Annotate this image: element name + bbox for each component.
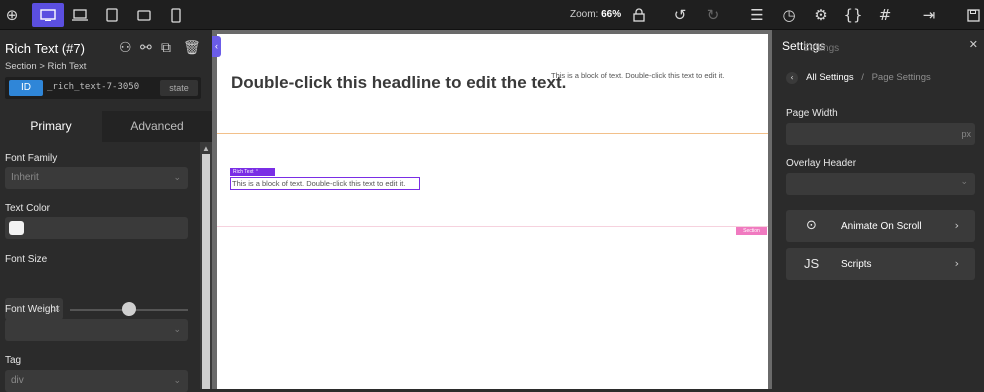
font-size-slider-handle[interactable] <box>122 302 136 316</box>
font-family-label: Font Family <box>5 153 58 164</box>
exit-icon[interactable]: ⇥ <box>917 3 941 27</box>
tablet-icon[interactable] <box>100 3 124 27</box>
section-badge[interactable]: Section <box>736 227 767 235</box>
tablet-landscape-icon[interactable] <box>132 3 156 27</box>
page-width-unit: px <box>961 129 971 139</box>
text-color-label: Text Color <box>5 203 51 214</box>
section-divider <box>217 133 768 134</box>
font-weight-label: Font Weight <box>5 304 59 315</box>
scripts-button[interactable]: JS Scripts › <box>786 248 975 280</box>
font-weight-select[interactable]: ⌄ <box>5 319 188 341</box>
page-width-label: Page Width <box>786 108 838 119</box>
desktop-icon[interactable] <box>32 3 64 27</box>
element-breadcrumb[interactable]: Section > Rich Text <box>5 61 86 72</box>
color-swatch[interactable] <box>9 221 24 235</box>
tab-advanced[interactable]: Advanced <box>102 111 212 142</box>
layers-icon[interactable]: ☰ <box>745 3 769 27</box>
settings-panel: Settings Settings ✕ ‹ All Settings / Pag… <box>772 30 984 389</box>
back-icon[interactable]: ‹ <box>786 72 798 84</box>
selected-rich-text[interactable]: This is a block of text. Double-click th… <box>230 177 420 190</box>
page-width-input[interactable]: px <box>786 123 975 145</box>
undo-icon[interactable]: ↺ <box>668 3 692 27</box>
tab-primary[interactable]: Primary <box>0 111 102 142</box>
crumb-all-settings[interactable]: All Settings <box>806 72 854 83</box>
canvas-headline[interactable]: Double-click this headline to edit the t… <box>231 73 566 93</box>
mobile-icon[interactable] <box>164 3 188 27</box>
id-value[interactable]: _rich_text-7-3050 <box>47 82 139 92</box>
grid-icon[interactable]: # <box>873 3 897 27</box>
settings-icon[interactable]: ⚙ <box>809 3 833 27</box>
animate-on-scroll-button[interactable]: ⊙ Animate On Scroll › <box>786 210 975 242</box>
chevron-down-icon: ⌄ <box>173 325 181 335</box>
redo-icon[interactable]: ↻ <box>701 3 725 27</box>
zoom-value[interactable]: 66% <box>601 9 621 20</box>
save-icon[interactable] <box>961 3 984 27</box>
chevron-down-icon: ⌄ <box>960 177 968 187</box>
font-size-label: Font Size <box>5 254 48 265</box>
overlay-header-select[interactable]: ⌄ <box>786 173 975 195</box>
scrollbar-thumb[interactable] <box>202 154 210 389</box>
properties-tabs: Primary Advanced <box>0 111 212 142</box>
crumb-separator: / <box>861 72 864 83</box>
add-icon[interactable]: ⊕ <box>0 3 24 27</box>
id-row: ID _rich_text-7-3050 state <box>5 77 201 99</box>
tag-label: Tag <box>5 355 22 366</box>
font-family-value: Inherit <box>11 172 39 183</box>
duplicate-icon[interactable]: ⧉ <box>161 40 171 56</box>
history-icon[interactable]: ◷ <box>777 3 801 27</box>
scroll-up-icon[interactable]: ▲ <box>202 144 210 153</box>
element-properties-panel: Rich Text (#7) Section > Rich Text ⚇ ⚯ ⧉… <box>0 30 212 392</box>
zoom-label: Zoom: <box>570 9 599 20</box>
rich-text-badge[interactable]: Rich Text ⌃ <box>230 168 275 176</box>
settings-breadcrumb: ‹ All Settings / Page Settings <box>786 72 931 84</box>
close-icon[interactable]: ✕ <box>969 38 978 51</box>
structure-icon[interactable]: ⚇ <box>119 40 132 56</box>
element-title: Rich Text (#7) <box>5 41 85 56</box>
mouse-icon: ⊙ <box>806 218 817 233</box>
section-boundary <box>217 226 768 227</box>
tag-value: div <box>11 375 24 386</box>
rich-text-badge-label: Rich Text <box>233 169 254 175</box>
code-icon[interactable]: {} <box>841 3 865 27</box>
collapse-panel-icon[interactable]: ‹ <box>212 36 221 57</box>
animate-on-scroll-label: Animate On Scroll <box>841 221 922 232</box>
laptop-icon[interactable] <box>68 3 92 27</box>
settings-ghost-title: Settings <box>803 43 840 54</box>
lock-icon[interactable] <box>627 3 651 27</box>
chevron-right-icon: › <box>954 257 959 270</box>
crumb-page-settings: Page Settings <box>871 72 931 83</box>
scripts-label: Scripts <box>841 259 872 270</box>
chevron-down-icon: ⌄ <box>173 173 181 183</box>
zoom-indicator: Zoom: 66% <box>570 9 621 20</box>
panel-scrollbar[interactable]: ▲ <box>200 142 212 389</box>
js-icon: JS <box>804 256 820 271</box>
chevron-right-icon: › <box>954 219 959 232</box>
canvas-text-block[interactable]: This is a block of text. Double-click th… <box>551 71 724 80</box>
link-icon[interactable]: ⚯ <box>140 40 152 56</box>
id-badge[interactable]: ID <box>9 80 43 96</box>
overlay-header-label: Overlay Header <box>786 158 857 169</box>
state-button[interactable]: state <box>160 80 198 96</box>
font-family-select[interactable]: Inherit ⌄ <box>5 167 188 189</box>
top-toolbar: ⊕ Zoom: 66% ↺ ↻ ☰ ◷ ⚙ {} # ⇥ <box>0 0 984 30</box>
text-color-field[interactable] <box>5 217 188 239</box>
delete-icon[interactable]: 🗑 <box>183 40 201 56</box>
